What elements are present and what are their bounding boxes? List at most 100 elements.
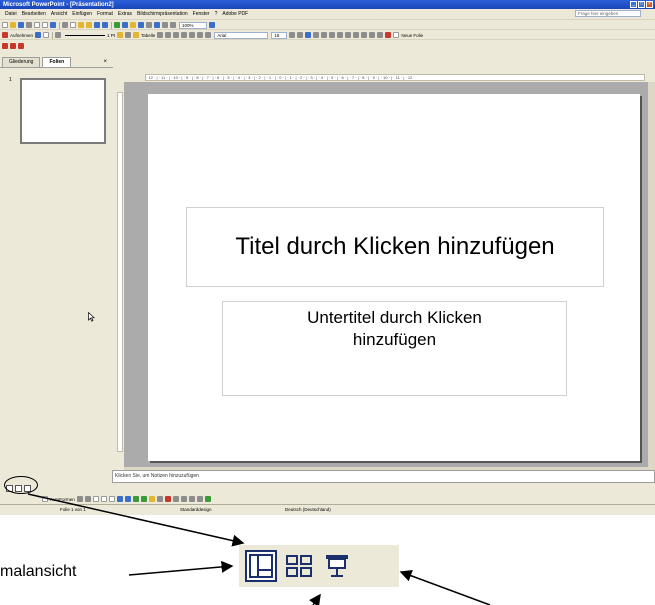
- 3d-style-icon[interactable]: [204, 496, 211, 502]
- print-preview-icon[interactable]: [42, 22, 48, 28]
- new-document-icon[interactable]: [2, 22, 8, 28]
- subtitle-placeholder[interactable]: Untertitel durch Klicken hinzufügen: [222, 301, 567, 396]
- insert-table-icon[interactable]: [122, 22, 128, 28]
- print-icon[interactable]: [34, 22, 40, 28]
- new-slide-icon[interactable]: [393, 32, 400, 38]
- spellcheck-icon[interactable]: [50, 22, 56, 28]
- distribute-columns-icon[interactable]: [205, 32, 212, 38]
- menu-help[interactable]: ?: [215, 11, 218, 17]
- notes-pane[interactable]: Klicken Sie, um Notizen hinzuzufügen: [112, 470, 655, 483]
- insert-chart-icon[interactable]: [114, 22, 120, 28]
- save-icon[interactable]: [18, 22, 24, 28]
- shadow-icon[interactable]: [196, 496, 203, 502]
- paste-icon[interactable]: [78, 22, 84, 28]
- italic-icon[interactable]: [297, 32, 304, 38]
- align-bottom-icon[interactable]: [189, 32, 196, 38]
- fill-color-icon[interactable]: [133, 32, 140, 38]
- panel-close-icon[interactable]: ×: [103, 58, 107, 67]
- bold-icon[interactable]: [289, 32, 296, 38]
- arrow-tool-icon[interactable]: [84, 496, 91, 502]
- minimize-button[interactable]: _: [630, 1, 637, 8]
- cut-icon[interactable]: [62, 22, 68, 28]
- distribute-rows-icon[interactable]: [197, 32, 204, 38]
- help-search-input[interactable]: Frage hier eingeben: [575, 10, 641, 17]
- align-left-icon[interactable]: [313, 32, 320, 38]
- close-button[interactable]: ×: [646, 1, 653, 8]
- slideshow-enlarged[interactable]: [321, 550, 353, 582]
- grid-icon[interactable]: [162, 22, 168, 28]
- undo-icon[interactable]: [94, 22, 100, 28]
- line-weight[interactable]: 1 Pt: [107, 33, 115, 38]
- menu-extras[interactable]: Extras: [118, 11, 132, 17]
- help-icon[interactable]: [209, 22, 215, 28]
- vertical-scrollbar[interactable]: [648, 82, 655, 467]
- align-right-icon[interactable]: [329, 32, 336, 38]
- menu-format[interactable]: Format: [97, 11, 113, 17]
- reviewing-icon[interactable]: [35, 32, 42, 38]
- redo-icon[interactable]: [102, 22, 108, 28]
- font-size-select[interactable]: 18: [271, 31, 288, 39]
- decrease-font-icon[interactable]: [361, 32, 368, 38]
- line-tool-icon[interactable]: [76, 496, 83, 502]
- merge-cells-icon[interactable]: [157, 32, 164, 38]
- new-slide-button[interactable]: Neue Folie: [401, 33, 423, 38]
- normal-view-enlarged[interactable]: [245, 550, 277, 582]
- font-color-draw-icon[interactable]: [164, 496, 171, 502]
- open-folder-icon[interactable]: [10, 22, 16, 28]
- autoshapes-button[interactable]: AutoFormen: [50, 497, 75, 502]
- insert-picture-icon[interactable]: [138, 22, 144, 28]
- draw-menu-icon[interactable]: [42, 496, 48, 502]
- line-color-icon[interactable]: [117, 32, 124, 38]
- diagram-icon[interactable]: [124, 496, 131, 502]
- bullets-icon[interactable]: [337, 32, 344, 38]
- border-icon[interactable]: [125, 32, 132, 38]
- expand-all-icon[interactable]: [146, 22, 152, 28]
- comment-icon[interactable]: [43, 32, 50, 38]
- menu-fenster[interactable]: Fenster: [193, 11, 210, 17]
- menu-datei[interactable]: Datei: [5, 11, 17, 17]
- menu-ansicht[interactable]: Ansicht: [51, 11, 67, 17]
- align-center-text-icon[interactable]: [321, 32, 328, 38]
- wordart-icon[interactable]: [116, 496, 123, 502]
- font-name-select[interactable]: Arial: [214, 31, 269, 39]
- toolbar-icon-b[interactable]: [10, 43, 16, 49]
- picture-icon[interactable]: [140, 496, 147, 502]
- tab-slides[interactable]: Folien: [42, 57, 72, 67]
- slide-thumbnail[interactable]: [20, 78, 106, 144]
- slide-sorter-enlarged[interactable]: [283, 550, 315, 582]
- increase-font-icon[interactable]: [353, 32, 360, 38]
- align-top-icon[interactable]: [173, 32, 180, 38]
- restore-button[interactable]: □: [638, 1, 645, 8]
- tables-borders-icon[interactable]: [130, 22, 136, 28]
- decrease-indent-icon[interactable]: [369, 32, 376, 38]
- show-formatting-icon[interactable]: [154, 22, 160, 28]
- arrow-style-icon[interactable]: [188, 496, 195, 502]
- menu-adobe-pdf[interactable]: Adobe PDF: [222, 11, 248, 17]
- menu-bildschirmpraesentation[interactable]: Bildschirmpräsentation: [137, 11, 188, 17]
- oval-tool-icon[interactable]: [100, 496, 107, 502]
- rectangle-tool-icon[interactable]: [92, 496, 99, 502]
- zoom-select[interactable]: 100%: [179, 21, 207, 29]
- toolbar-icon-c[interactable]: [18, 43, 24, 49]
- tab-outline[interactable]: Gliederung: [2, 57, 41, 67]
- menu-einfuegen[interactable]: Einfügen: [72, 11, 92, 17]
- underline-icon[interactable]: [305, 32, 312, 38]
- dash-style-icon[interactable]: [180, 496, 187, 502]
- record-button[interactable]: Aufnehmen: [10, 33, 33, 38]
- color-grayscale-icon[interactable]: [170, 22, 176, 28]
- line-style-icon[interactable]: [55, 32, 62, 38]
- toolbar-icon-a[interactable]: [2, 43, 8, 49]
- split-cells-icon[interactable]: [165, 32, 172, 38]
- clipart-icon[interactable]: [132, 496, 139, 502]
- menu-bearbeiten[interactable]: Bearbeiten: [22, 11, 46, 17]
- font-color-icon[interactable]: [385, 32, 392, 38]
- title-placeholder[interactable]: Titel durch Klicken hinzufügen: [186, 207, 604, 287]
- record-icon[interactable]: [2, 32, 8, 38]
- line-color-draw-icon[interactable]: [156, 496, 163, 502]
- textbox-tool-icon[interactable]: [108, 496, 115, 502]
- numbering-icon[interactable]: [345, 32, 352, 38]
- align-center-icon[interactable]: [181, 32, 188, 38]
- increase-indent-icon[interactable]: [377, 32, 384, 38]
- format-painter-icon[interactable]: [86, 22, 92, 28]
- line-style-draw-icon[interactable]: [172, 496, 179, 502]
